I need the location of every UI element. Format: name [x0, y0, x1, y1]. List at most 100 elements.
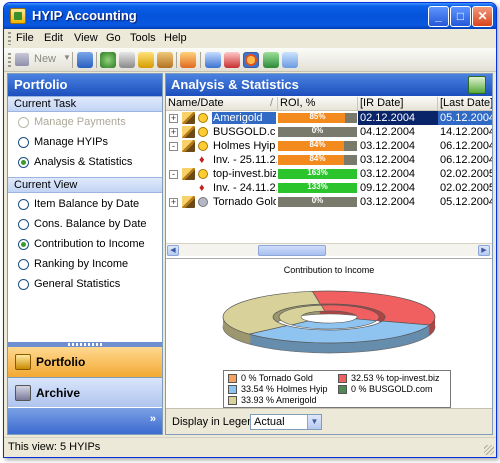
nav-label: Portfolio [36, 355, 86, 369]
delete-icon[interactable] [77, 52, 93, 68]
investment-icon: ♦ [199, 182, 205, 194]
link-icon[interactable] [157, 52, 173, 68]
last-date-cell: 05.12.2004 [438, 111, 492, 125]
table-row[interactable]: - Holmes Hyip 84% 03.12.2004 06.12.2004 [166, 139, 492, 153]
dropdown-arrow-icon[interactable]: ▼ [63, 53, 71, 62]
radio-icon[interactable] [18, 157, 29, 168]
expand-icon[interactable]: + [169, 198, 178, 207]
bar-chart-icon[interactable] [224, 52, 240, 68]
current-task-header: Current Task [8, 96, 162, 112]
column-last-date[interactable]: [Last Date] [438, 97, 492, 111]
column-ir-date[interactable]: [IR Date] [358, 97, 438, 111]
options-icon[interactable] [180, 52, 196, 68]
menu-view[interactable]: View [74, 32, 98, 44]
roi-bar: 84% [278, 154, 357, 165]
roi-bar: 0% [278, 196, 357, 207]
table-row[interactable]: ♦ Inv. - 25.11.2... 84% 03.12.2004 06.12.2… [166, 153, 492, 167]
line-chart-icon[interactable] [205, 52, 221, 68]
scroll-left-icon[interactable]: ◀ [167, 245, 179, 256]
last-date-cell: 14.12.2004 [440, 126, 492, 138]
status-dot-icon [198, 197, 208, 207]
display-in-legend-select[interactable]: Actual ▼ [250, 414, 322, 430]
expand-icon[interactable]: + [169, 128, 178, 137]
radio-label[interactable]: Contribution to Income [34, 238, 145, 250]
title-bar[interactable]: HYIP Accounting _ □ ✕ [4, 3, 496, 29]
menu-grip[interactable] [8, 32, 11, 45]
radio-icon[interactable] [18, 137, 29, 148]
radio-label[interactable]: Manage HYIPs [34, 136, 108, 148]
ir-date-cell: 04.12.2004 [360, 126, 416, 138]
ir-date-cell: 03.12.2004 [360, 196, 416, 208]
window-icon[interactable] [282, 52, 298, 68]
radio-icon[interactable] [18, 219, 29, 230]
portfolio-icon [15, 354, 31, 370]
resize-grip-icon[interactable] [484, 445, 494, 455]
export-icon[interactable] [263, 52, 279, 68]
table-row[interactable]: ♦ Inv. - 24.11.2... 133% 09.12.2004 02.02.… [166, 181, 492, 195]
table-row[interactable]: + Tornado Gold 0% 03.12.2004 05.12.2004 [166, 195, 492, 209]
close-button[interactable]: ✕ [472, 6, 493, 27]
row-name: BUSGOLD.c... [213, 126, 276, 138]
roi-value: 85% [309, 112, 326, 121]
lock-icon[interactable] [138, 52, 154, 68]
collapse-icon[interactable]: - [169, 142, 178, 151]
menu-go[interactable]: Go [106, 32, 121, 44]
toolbar-separator [176, 52, 177, 68]
chevron-down-icon[interactable]: ▼ [307, 415, 321, 429]
hyip-box-icon [182, 168, 195, 180]
radio-icon[interactable] [18, 279, 29, 290]
chevron-right-icon[interactable]: » [150, 413, 156, 425]
column-roi[interactable]: ROI, % [278, 97, 358, 111]
radio-label[interactable]: Analysis & Statistics [34, 156, 132, 168]
last-date-cell: 06.12.2004 [440, 140, 492, 152]
maximize-button[interactable]: □ [450, 6, 471, 27]
legend-swatch [228, 396, 237, 405]
minimize-button[interactable]: _ [428, 6, 449, 27]
legend-swatch [338, 374, 347, 383]
roi-value: 84% [309, 154, 326, 163]
radio-icon[interactable] [18, 199, 29, 210]
nav-portfolio-button[interactable]: Portfolio [8, 347, 162, 377]
menu-help[interactable]: Help [164, 32, 187, 44]
table-row[interactable]: + BUSGOLD.c... 0% 04.12.2004 14.12.2004 [166, 125, 492, 139]
portfolio-panel: Portfolio Current Task Manage Payments M… [7, 73, 163, 435]
menu-file[interactable]: File [16, 32, 34, 44]
menu-bar: File Edit View Go Tools Help [4, 29, 496, 48]
radio-icon [18, 117, 29, 128]
radio-icon[interactable] [18, 259, 29, 270]
radio-label[interactable]: Item Balance by Date [34, 198, 139, 210]
refresh-icon[interactable] [100, 52, 116, 68]
nav-archive-button[interactable]: Archive [8, 377, 162, 407]
toolbar-separator [200, 52, 201, 68]
table-row[interactable]: + Amerigold 85% 02.12.2004 05.12.2004 [166, 111, 492, 125]
ir-date-cell: 03.12.2004 [360, 140, 416, 152]
radio-icon[interactable] [18, 239, 29, 250]
status-bar: This view: 5 HYIPs [4, 437, 496, 457]
radio-label[interactable]: Ranking by Income [34, 258, 128, 270]
properties-icon[interactable] [119, 52, 135, 68]
horizontal-scrollbar[interactable]: ◀ ▶ [166, 243, 492, 256]
chart-legend: 0 % Tornado Gold 32.53 % top-invest.biz 33… [223, 370, 451, 408]
toolbar-separator [96, 52, 97, 68]
radio-label[interactable]: General Statistics [34, 278, 120, 290]
table-row[interactable]: - top-invest.biz 163% 03.12.2004 02.02.200… [166, 167, 492, 181]
collapse-icon[interactable]: - [169, 170, 178, 179]
window-title: HYIP Accounting [32, 8, 137, 23]
app-window: HYIP Accounting _ □ ✕ File Edit View Go … [3, 2, 497, 458]
radio-label[interactable]: Cons. Balance by Date [34, 218, 147, 230]
expand-icon[interactable]: + [169, 114, 178, 123]
row-name: Inv. - 25.11.2... [213, 154, 277, 166]
menu-edit[interactable]: Edit [44, 32, 63, 44]
scroll-right-icon[interactable]: ▶ [478, 245, 490, 256]
hyip-box-icon [182, 126, 195, 138]
display-in-legend-label: Display in Legend [172, 416, 260, 428]
row-name: Holmes Hyip [213, 140, 276, 152]
menu-tools[interactable]: Tools [130, 32, 156, 44]
scroll-thumb[interactable] [258, 245, 326, 256]
status-dot-icon [198, 127, 208, 137]
pie-chart-icon[interactable] [243, 52, 259, 68]
chart-area: Contribution to Income 0 % Tornado Gold 3… [166, 258, 492, 408]
column-name-date[interactable]: Name/Date [166, 97, 278, 111]
toolbar-grip[interactable] [8, 53, 11, 67]
last-date-cell: 05.12.2004 [440, 196, 492, 208]
